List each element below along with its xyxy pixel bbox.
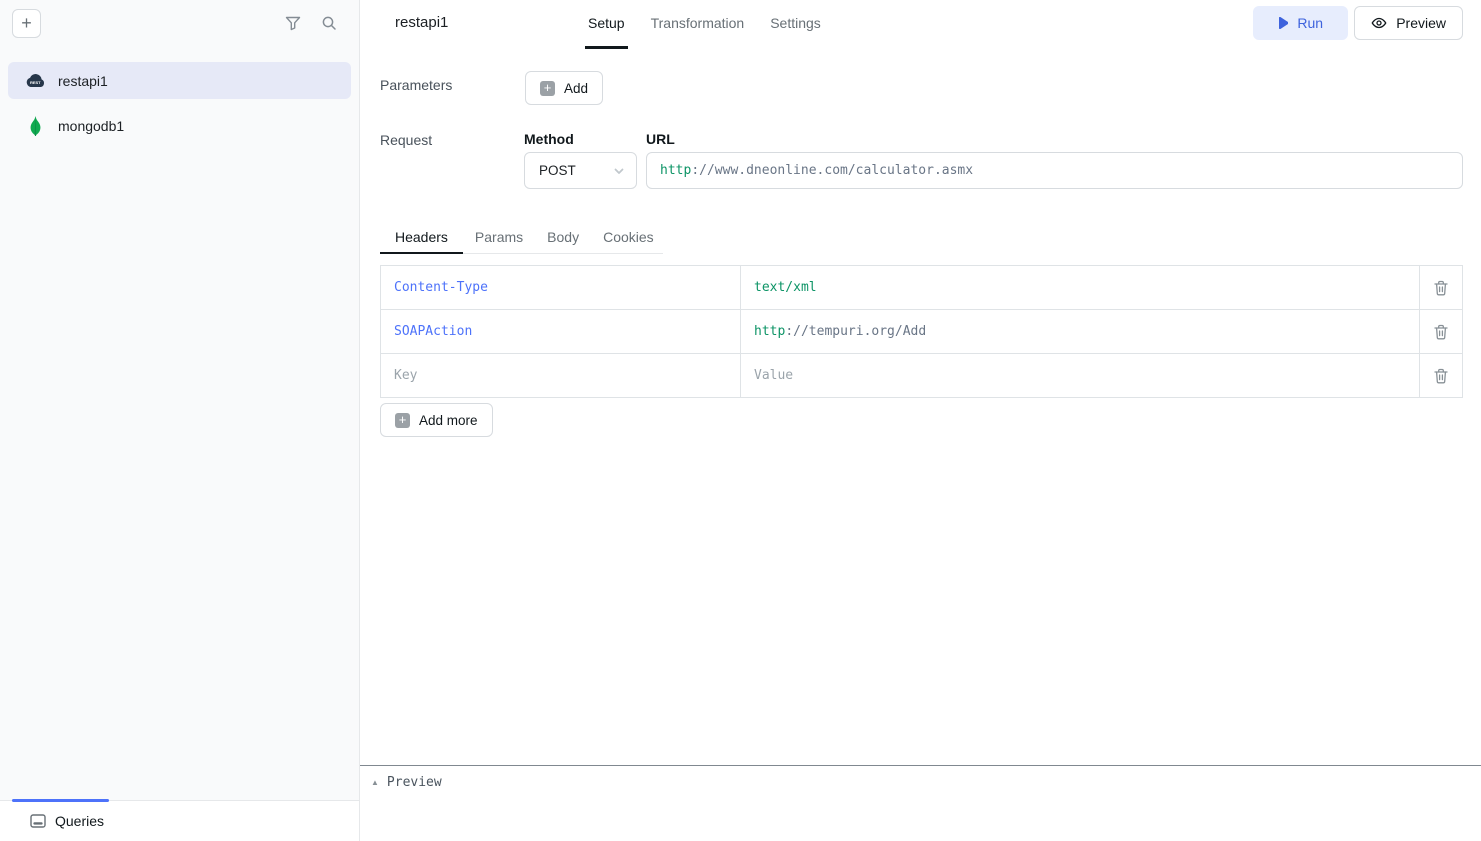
header-row: SOAPAction http://tempuri.org/Add bbox=[380, 309, 1463, 354]
add-parameter-label: Add bbox=[564, 81, 588, 96]
preview-panel-toggle[interactable]: ▲ Preview bbox=[360, 765, 1481, 798]
filter-icon[interactable] bbox=[285, 15, 301, 31]
method-label: Method bbox=[524, 131, 574, 147]
url-label: URL bbox=[646, 131, 675, 147]
preview-button-label: Preview bbox=[1396, 15, 1446, 31]
query-list-item-restapi1[interactable]: REST restapi1 bbox=[8, 62, 351, 99]
query-item-label: mongodb1 bbox=[58, 118, 124, 134]
header-key-text: Content-Type bbox=[394, 280, 488, 295]
preview-panel-label: Preview bbox=[387, 775, 442, 790]
request-label: Request bbox=[380, 132, 432, 148]
trash-icon bbox=[1434, 368, 1448, 384]
url-rest-text: ://www.dneonline.com/calculator.asmx bbox=[691, 163, 973, 178]
headers-table: Content-Type text/xml SOAPAction http://… bbox=[380, 265, 1463, 398]
active-tab-indicator bbox=[12, 799, 109, 802]
url-protocol-text: http bbox=[660, 163, 691, 178]
header-actions: Run Preview bbox=[1253, 6, 1463, 40]
header-key-input[interactable]: Content-Type bbox=[380, 265, 741, 310]
tab-transformation[interactable]: Transformation bbox=[648, 0, 748, 49]
method-select[interactable]: POST bbox=[524, 152, 637, 189]
delete-row-button[interactable] bbox=[1419, 309, 1463, 354]
tab-settings-label: Settings bbox=[770, 15, 821, 31]
parameters-label: Parameters bbox=[380, 77, 452, 93]
tab-setup-label: Setup bbox=[588, 15, 625, 31]
header-key-placeholder: Key bbox=[394, 368, 417, 383]
subtab-params[interactable]: Params bbox=[463, 221, 535, 254]
sidebar-toolbar-icons bbox=[285, 15, 337, 31]
play-icon bbox=[1278, 17, 1288, 29]
eye-icon bbox=[1371, 15, 1387, 31]
sidebar-toolbar: + bbox=[0, 0, 359, 46]
plus-square-icon: + bbox=[395, 413, 410, 428]
method-select-value: POST bbox=[539, 163, 576, 178]
subtab-cookies[interactable]: Cookies bbox=[591, 221, 666, 254]
header-row: Content-Type text/xml bbox=[380, 265, 1463, 310]
search-icon[interactable] bbox=[321, 15, 337, 31]
header-key-input[interactable]: SOAPAction bbox=[380, 309, 741, 354]
trash-icon bbox=[1434, 324, 1448, 340]
add-parameter-button[interactable]: + Add bbox=[525, 71, 603, 105]
subtab-headers-label: Headers bbox=[395, 229, 448, 245]
plus-icon: + bbox=[21, 14, 32, 32]
subtab-params-label: Params bbox=[475, 229, 523, 245]
svg-text:REST: REST bbox=[30, 80, 41, 85]
query-editor-panel: restapi1 Setup Transformation Settings R… bbox=[360, 0, 1481, 841]
delete-row-button[interactable] bbox=[1419, 353, 1463, 398]
header-value-input[interactable]: Value bbox=[740, 353, 1420, 398]
header-value-protocol-text: http bbox=[754, 324, 785, 339]
header-key-input[interactable]: Key bbox=[380, 353, 741, 398]
run-button-label: Run bbox=[1297, 15, 1323, 31]
query-editor-header: restapi1 Setup Transformation Settings R… bbox=[360, 0, 1481, 49]
tab-settings[interactable]: Settings bbox=[767, 0, 824, 49]
header-value-rest-text: ://tempuri.org/Add bbox=[785, 324, 926, 339]
preview-button[interactable]: Preview bbox=[1354, 6, 1463, 40]
app-window: + REST restapi1 bbox=[0, 0, 1481, 841]
caret-up-icon: ▲ bbox=[371, 778, 379, 787]
queries-icon bbox=[30, 814, 46, 828]
plus-square-icon: + bbox=[540, 81, 555, 96]
subtab-headers[interactable]: Headers bbox=[380, 221, 463, 254]
queries-tab-label: Queries bbox=[55, 813, 104, 829]
query-title: restapi1 bbox=[395, 14, 448, 31]
chevron-down-icon bbox=[612, 164, 626, 178]
queries-bottom-tab[interactable]: Queries bbox=[0, 800, 359, 841]
add-query-button[interactable]: + bbox=[12, 9, 41, 38]
tab-setup[interactable]: Setup bbox=[585, 0, 628, 49]
header-value-input[interactable]: text/xml bbox=[740, 265, 1420, 310]
header-key-text: SOAPAction bbox=[394, 324, 472, 339]
run-button[interactable]: Run bbox=[1253, 6, 1348, 40]
add-more-label: Add more bbox=[419, 413, 478, 428]
mongodb-icon bbox=[24, 116, 46, 136]
delete-row-button[interactable] bbox=[1419, 265, 1463, 310]
tab-transformation-label: Transformation bbox=[651, 15, 745, 31]
add-more-button[interactable]: + Add more bbox=[380, 403, 493, 437]
header-value-input[interactable]: http://tempuri.org/Add bbox=[740, 309, 1420, 354]
queries-sidebar: + REST restapi1 bbox=[0, 0, 360, 841]
header-value-text: text/xml bbox=[754, 280, 817, 295]
editor-tabs: Setup Transformation Settings bbox=[585, 0, 824, 49]
header-row: Key Value bbox=[380, 353, 1463, 398]
header-value-placeholder: Value bbox=[754, 368, 793, 383]
request-subtabs: Headers Params Body Cookies bbox=[380, 221, 663, 254]
rest-api-icon: REST bbox=[24, 73, 46, 89]
subtab-body-label: Body bbox=[547, 229, 579, 245]
subtab-body[interactable]: Body bbox=[535, 221, 591, 254]
subtab-cookies-label: Cookies bbox=[603, 229, 654, 245]
query-item-label: restapi1 bbox=[58, 73, 108, 89]
query-list: REST restapi1 mongodb1 bbox=[0, 46, 359, 144]
url-input[interactable]: http://www.dneonline.com/calculator.asmx bbox=[646, 152, 1463, 189]
trash-icon bbox=[1434, 280, 1448, 296]
query-list-item-mongodb1[interactable]: mongodb1 bbox=[8, 107, 351, 144]
